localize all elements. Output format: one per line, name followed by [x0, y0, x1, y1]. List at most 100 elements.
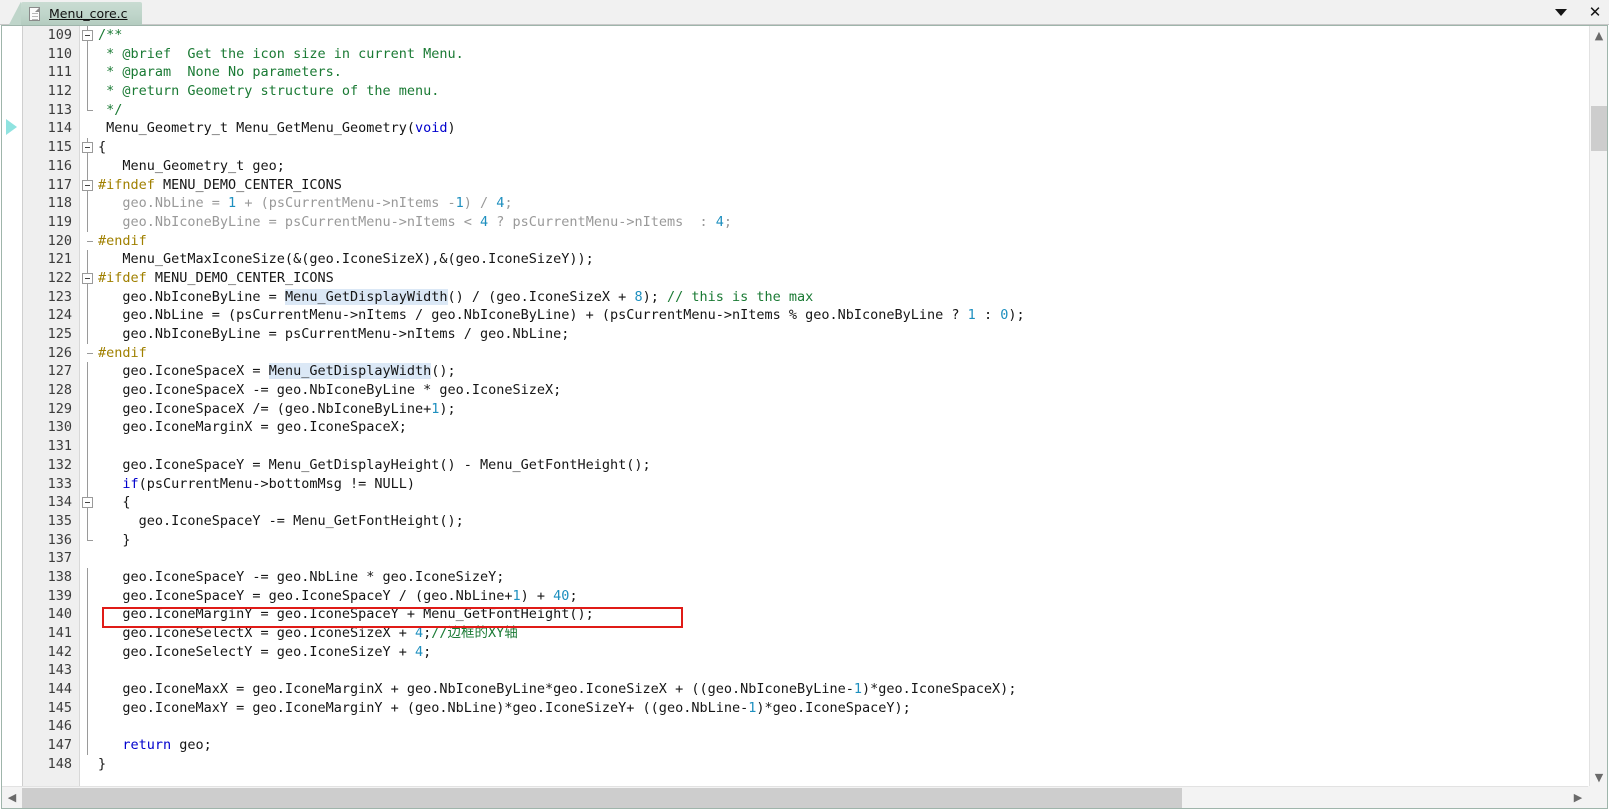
line-number: 132 — [47, 456, 72, 473]
line-number: 133 — [47, 475, 72, 492]
code-line[interactable] — [98, 549, 1588, 568]
line-number: 113 — [47, 101, 72, 118]
code-line[interactable]: #ifndef MENU_DEMO_CENTER_ICONS — [98, 176, 1588, 195]
line-number: 140 — [47, 606, 72, 623]
fold-marker — [80, 306, 98, 325]
code-line[interactable] — [98, 661, 1588, 680]
fold-marker[interactable] — [80, 138, 98, 157]
code-line[interactable]: Menu_GetMaxIconeSize(&(geo.IconeSizeX),&… — [98, 250, 1588, 269]
code-folding-margin[interactable] — [80, 26, 98, 786]
code-line[interactable]: geo.NbIconeByLine = Menu_GetDisplayWidth… — [98, 288, 1588, 307]
scrollbar-corner — [1588, 786, 1607, 808]
chevron-left-icon[interactable]: ◀ — [2, 787, 22, 808]
code-line[interactable]: } — [98, 755, 1588, 774]
line-number: 123 — [47, 288, 72, 305]
code-text-area[interactable]: /** * @brief Get the icon size in curren… — [98, 26, 1588, 786]
code-line[interactable]: /** — [98, 26, 1588, 45]
fold-marker — [80, 755, 98, 774]
code-line[interactable]: geo.IconeSpaceX = Menu_GetDisplayWidth()… — [98, 362, 1588, 381]
bookmark-margin[interactable] — [2, 26, 23, 786]
fold-marker — [80, 549, 98, 568]
line-number-gutter: 109 110 111 112 113 114 115 116 117 118 119 120 121 1… — [23, 26, 80, 786]
line-number: 124 — [47, 307, 72, 324]
line-number: 112 — [47, 83, 72, 100]
document-icon — [29, 6, 40, 21]
line-number: 131 — [47, 438, 72, 455]
fold-marker — [80, 717, 98, 737]
code-line[interactable]: return geo; — [98, 736, 1588, 755]
code-line[interactable]: * @brief Get the icon size in current Me… — [98, 45, 1588, 64]
line-number: 136 — [47, 531, 72, 548]
code-line[interactable] — [98, 437, 1588, 456]
line-number: 127 — [47, 363, 72, 380]
vertical-scrollbar-thumb[interactable] — [1591, 106, 1607, 151]
chevron-up-icon[interactable]: ▲ — [1590, 26, 1608, 44]
chevron-down-icon[interactable] — [1553, 5, 1569, 21]
fold-marker — [80, 399, 98, 419]
code-line[interactable]: Menu_Geometry_t Menu_GetMenu_Geometry(vo… — [98, 119, 1588, 138]
code-line[interactable]: if(psCurrentMenu->bottomMsg != NULL) — [98, 475, 1588, 494]
fold-marker — [80, 418, 98, 438]
code-line[interactable]: geo.IconeSelectY = geo.IconeSizeY + 4; — [98, 643, 1588, 662]
code-line[interactable]: * @return Geometry structure of the menu… — [98, 82, 1588, 101]
line-number: 121 — [47, 251, 72, 268]
code-line[interactable]: geo.IconeMarginX = geo.IconeSpaceX; — [98, 418, 1588, 437]
code-line[interactable]: * @param None No parameters. — [98, 63, 1588, 82]
code-line[interactable]: geo.IconeSpaceX /= (geo.NbIconeByLine+1)… — [98, 400, 1588, 419]
code-line[interactable]: geo.NbIconeByLine = psCurrentMenu->nItem… — [98, 213, 1588, 232]
line-number: 119 — [47, 213, 72, 230]
fold-marker — [80, 287, 98, 307]
code-line[interactable]: geo.NbIconeByLine = psCurrentMenu->nItem… — [98, 325, 1588, 344]
fold-marker[interactable] — [80, 493, 98, 512]
horizontal-scrollbar-thumb[interactable] — [22, 788, 1182, 808]
code-line[interactable]: geo.IconeSpaceX -= geo.NbIconeByLine * g… — [98, 381, 1588, 400]
bookmark-arrow-icon[interactable] — [6, 119, 17, 135]
code-line[interactable]: #endif — [98, 344, 1588, 363]
close-icon[interactable]: ✕ — [1587, 5, 1603, 21]
line-number: 115 — [47, 139, 72, 156]
line-number: 147 — [47, 737, 72, 754]
line-number: 144 — [47, 681, 72, 698]
code-line[interactable]: geo.IconeMaxY = geo.IconeMarginY + (geo.… — [98, 699, 1588, 718]
code-line[interactable]: #ifdef MENU_DEMO_CENTER_ICONS — [98, 269, 1588, 288]
line-number: 111 — [47, 64, 72, 81]
chevron-down-icon[interactable]: ▼ — [1590, 768, 1608, 786]
line-number: 126 — [47, 344, 72, 361]
code-line[interactable]: geo.IconeMarginY = geo.IconeSpaceY + Men… — [98, 605, 1588, 624]
code-line[interactable]: geo.NbLine = 1 + (psCurrentMenu->nItems … — [98, 194, 1588, 213]
line-number: 139 — [47, 587, 72, 604]
fold-marker — [80, 156, 98, 176]
code-line[interactable]: geo.IconeSpaceY = geo.IconeSpaceY / (geo… — [98, 587, 1588, 606]
code-line[interactable]: Menu_Geometry_t geo; — [98, 157, 1588, 176]
code-line[interactable]: geo.NbLine = (psCurrentMenu->nItems / ge… — [98, 306, 1588, 325]
code-line[interactable]: } — [98, 531, 1588, 550]
fold-marker — [80, 736, 98, 755]
vertical-scrollbar[interactable]: ▲ ▼ — [1589, 26, 1607, 786]
fold-marker — [80, 194, 98, 213]
line-number: 114 — [47, 120, 72, 137]
code-line[interactable]: */ — [98, 101, 1588, 120]
code-line[interactable]: geo.IconeSpaceY -= geo.NbLine * geo.Icon… — [98, 568, 1588, 587]
horizontal-scrollbar[interactable]: ◀ ▶ — [2, 786, 1607, 808]
chevron-right-icon[interactable]: ▶ — [1568, 787, 1588, 808]
line-number: 145 — [47, 699, 72, 716]
line-number: 110 — [47, 45, 72, 62]
code-line[interactable]: geo.IconeSpaceY = Menu_GetDisplayHeight(… — [98, 456, 1588, 475]
line-number: 134 — [47, 494, 72, 511]
fold-marker[interactable] — [80, 268, 98, 288]
code-line[interactable]: geo.IconeMaxX = geo.IconeMarginX + geo.N… — [98, 680, 1588, 699]
code-line[interactable]: { — [98, 138, 1588, 157]
line-number: 142 — [47, 643, 72, 660]
code-line[interactable] — [98, 717, 1588, 736]
fold-marker — [80, 586, 98, 606]
fold-marker[interactable] — [80, 175, 98, 195]
code-line[interactable]: { — [98, 493, 1588, 512]
editor-tab-menu-core-c[interactable]: Menu_core.c — [9, 2, 142, 25]
code-line[interactable]: #endif — [98, 232, 1588, 251]
fold-marker — [80, 437, 98, 456]
code-line[interactable]: geo.IconeSpaceY -= Menu_GetFontHeight(); — [98, 512, 1588, 531]
code-line[interactable]: geo.IconeSelectX = geo.IconeSizeX + 4;//… — [98, 624, 1588, 643]
fold-marker — [80, 212, 98, 232]
fold-marker[interactable] — [80, 26, 98, 45]
fold-marker — [80, 624, 98, 643]
